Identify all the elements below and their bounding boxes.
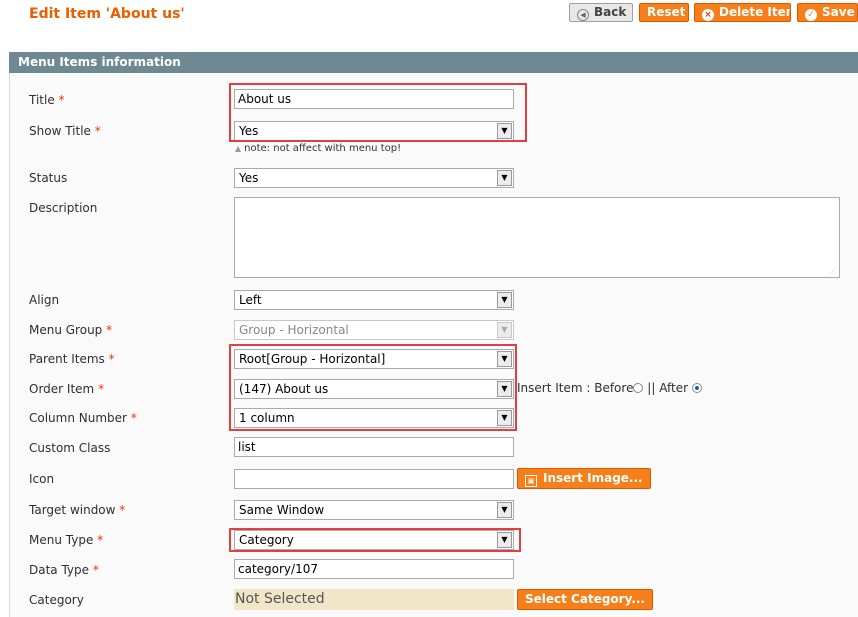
- back-arrow-icon: ◀: [577, 9, 589, 21]
- delete-label: Delete Item: [719, 5, 791, 19]
- page-title: Edit Item 'About us': [29, 6, 185, 22]
- show-title-label: Show Title *: [29, 124, 101, 138]
- status-label: Status: [29, 171, 68, 185]
- category-label: Category: [29, 593, 84, 607]
- insert-item-label: Insert Item : Before: [517, 381, 634, 395]
- reset-label: Reset: [647, 5, 686, 19]
- highlight-box-parent-order-column: [229, 344, 517, 431]
- column-number-label: Column Number *: [29, 411, 137, 425]
- icon-input[interactable]: [234, 469, 514, 489]
- custom-class-label: Custom Class: [29, 441, 111, 455]
- save-button[interactable]: ✓ Save I: [797, 3, 858, 22]
- insert-after-label: || After: [647, 381, 689, 395]
- menu-type-label: Menu Type *: [29, 533, 104, 547]
- insert-before-radio[interactable]: [633, 383, 644, 393]
- back-label: Back: [594, 5, 627, 19]
- highlight-box-menu-type: [229, 528, 521, 552]
- target-window-label: Target window *: [29, 503, 126, 517]
- order-item-label: Order Item *: [29, 382, 105, 396]
- delete-item-button[interactable]: × Delete Item: [694, 3, 791, 22]
- show-title-note: ▲ note: not affect with menu top!: [235, 143, 402, 154]
- insert-position-group: Insert Item : Before || After: [517, 381, 702, 395]
- icon-label: Icon: [29, 472, 55, 486]
- description-textarea[interactable]: [234, 197, 840, 278]
- status-select[interactable]: Yes ▼: [234, 168, 514, 188]
- menu-group-select: Group - Horizontal ▼: [234, 320, 514, 340]
- section-header: Menu Items information: [9, 52, 858, 73]
- resize-grip-icon[interactable]: ⋰: [829, 267, 837, 275]
- back-button[interactable]: ◀ Back: [569, 3, 633, 22]
- check-icon: ✓: [805, 9, 817, 21]
- triangle-up-icon: ▲: [235, 144, 242, 153]
- reset-button[interactable]: Reset: [639, 3, 689, 22]
- menu-group-label: Menu Group *: [29, 323, 113, 337]
- chevron-down-icon: ▼: [497, 170, 512, 186]
- data-type-label: Data Type *: [29, 563, 99, 577]
- highlight-box-title: [229, 83, 527, 142]
- insert-after-radio[interactable]: [691, 383, 702, 393]
- insert-image-button[interactable]: ▣ Insert Image...: [517, 468, 651, 489]
- chevron-down-icon: ▼: [497, 292, 512, 308]
- delete-icon: ×: [702, 9, 714, 21]
- chevron-down-icon: ▼: [497, 502, 512, 518]
- select-category-button[interactable]: Select Category...: [517, 589, 653, 610]
- target-window-select[interactable]: Same Window ▼: [234, 500, 514, 520]
- description-label: Description: [29, 201, 98, 215]
- chevron-down-icon: ▼: [497, 322, 512, 338]
- image-icon: ▣: [525, 475, 537, 487]
- save-label: Save I: [822, 5, 857, 19]
- align-label: Align: [29, 293, 60, 307]
- insert-image-label: Insert Image...: [543, 471, 643, 485]
- data-type-input[interactable]: category/107: [234, 559, 514, 579]
- align-select[interactable]: Left ▼: [234, 290, 514, 310]
- title-label: Title *: [29, 93, 65, 107]
- parent-items-label: Parent Items *: [29, 352, 115, 366]
- category-value: Not Selected: [234, 589, 514, 610]
- custom-class-input[interactable]: list: [234, 437, 514, 457]
